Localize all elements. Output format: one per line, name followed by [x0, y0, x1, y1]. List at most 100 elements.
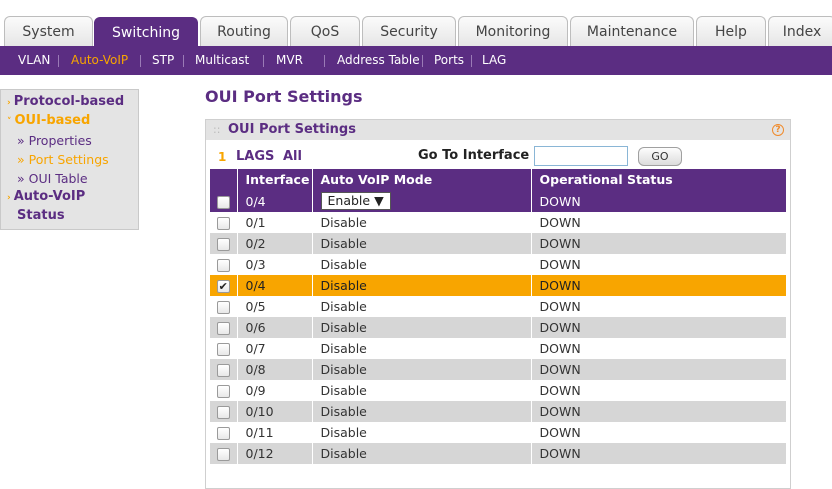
- row-checkbox[interactable]: [216, 343, 230, 356]
- row-checkbox-cell: [210, 401, 238, 422]
- tab-system[interactable]: System: [4, 16, 93, 46]
- tab-switching[interactable]: Switching: [94, 17, 198, 46]
- auto-voip-mode-cell: Disable: [312, 233, 532, 254]
- operational-status-cell: DOWN: [531, 254, 787, 275]
- row-checkbox[interactable]: [216, 364, 230, 377]
- goto-interface-input[interactable]: [534, 146, 628, 166]
- row-checkbox[interactable]: [216, 259, 230, 272]
- subnav-separator: [422, 55, 423, 67]
- table-row[interactable]: 0/5 Disable DOWN: [210, 296, 787, 317]
- table-row[interactable]: 0/9 Disable DOWN: [210, 380, 787, 401]
- operational-status-header[interactable]: Operational Status: [531, 169, 787, 190]
- row-checkbox[interactable]: [216, 217, 230, 230]
- auto-voip-mode-cell: Disable: [312, 380, 532, 401]
- table-row[interactable]: 0/12 Disable DOWN: [210, 443, 787, 464]
- operational-status-cell: DOWN: [531, 422, 787, 443]
- table-row[interactable]: 0/10 Disable DOWN: [210, 401, 787, 422]
- nav-auto-voip-status-line2[interactable]: Status: [17, 208, 65, 223]
- drag-handle-icon: ::: [213, 123, 221, 136]
- subnav-separator: [58, 55, 59, 67]
- row-checkbox[interactable]: ✔: [216, 280, 230, 293]
- edit-row-mode-cell: Enable ▼: [312, 190, 532, 212]
- operational-status-cell: DOWN: [531, 317, 787, 338]
- tab-maintenance[interactable]: Maintenance: [570, 16, 694, 46]
- subnav-auto-voip[interactable]: Auto-VoIP: [71, 46, 128, 75]
- row-checkbox-cell: ✔: [210, 275, 238, 296]
- row-checkbox-cell: [210, 338, 238, 359]
- table-row[interactable]: ✔ 0/4 Disable DOWN: [210, 275, 787, 296]
- row-checkbox[interactable]: [216, 406, 230, 419]
- goto-interface-label: Go To Interface: [418, 148, 530, 163]
- subnav-stp[interactable]: STP: [152, 46, 174, 75]
- tab-routing[interactable]: Routing: [200, 16, 288, 46]
- interface-cell: 0/10: [237, 401, 313, 422]
- operational-status-cell: DOWN: [531, 296, 787, 317]
- select-all-header: [210, 169, 238, 190]
- operational-status-cell: DOWN: [531, 401, 787, 422]
- table-row[interactable]: 0/8 Disable DOWN: [210, 359, 787, 380]
- auto-voip-mode-cell: Disable: [312, 212, 532, 233]
- row-checkbox-cell: [210, 359, 238, 380]
- row-checkbox[interactable]: [216, 301, 230, 314]
- interface-cell: 0/5: [237, 296, 313, 317]
- interface-cell: 0/12: [237, 443, 313, 464]
- subnav-separator: [471, 55, 472, 67]
- interface-cell: 0/6: [237, 317, 313, 338]
- lags-link[interactable]: LAGS: [236, 149, 274, 164]
- operational-status-cell: DOWN: [531, 443, 787, 464]
- go-button[interactable]: GO: [638, 147, 682, 166]
- panel-title: OUI Port Settings: [228, 122, 356, 137]
- nav-auto-voip-status[interactable]: › Auto-VoIP: [7, 189, 85, 204]
- left-nav: › Protocol-based ˅ OUI-based » Properties …: [0, 89, 139, 230]
- interface-cell: 0/2: [237, 233, 313, 254]
- edit-row-checkbox[interactable]: [216, 195, 230, 209]
- auto-voip-mode-header[interactable]: Auto VoIP Mode: [312, 169, 532, 190]
- operational-status-cell: DOWN: [531, 275, 787, 296]
- tab-help[interactable]: Help: [696, 16, 766, 46]
- operational-status-cell: DOWN: [531, 233, 787, 254]
- table-row[interactable]: 0/2 Disable DOWN: [210, 233, 787, 254]
- help-icon[interactable]: ?: [772, 124, 784, 136]
- subnav-multicast[interactable]: Multicast: [195, 46, 249, 75]
- top-tab-bar: System Switching Routing QoS Security Mo…: [0, 0, 832, 46]
- subnav-separator: [263, 55, 264, 67]
- subnav-address-table[interactable]: Address Table: [337, 46, 420, 75]
- page-number[interactable]: 1: [218, 150, 226, 164]
- nav-oui-table[interactable]: » OUI Table: [17, 171, 88, 186]
- nav-oui-based-label: OUI-based: [14, 113, 91, 128]
- table-row[interactable]: 0/1 Disable DOWN: [210, 212, 787, 233]
- interface-header[interactable]: Interface: [237, 169, 313, 190]
- nav-oui-based[interactable]: ˅ OUI-based: [7, 113, 90, 128]
- auto-voip-mode-cell: Disable: [312, 401, 532, 422]
- tab-monitoring[interactable]: Monitoring: [458, 16, 568, 46]
- row-checkbox[interactable]: [216, 322, 230, 335]
- row-checkbox[interactable]: [216, 448, 230, 461]
- nav-properties[interactable]: » Properties: [17, 133, 92, 148]
- auto-voip-mode-cell: Disable: [312, 443, 532, 464]
- operational-status-cell: DOWN: [531, 359, 787, 380]
- nav-protocol-based[interactable]: › Protocol-based: [7, 94, 124, 109]
- nav-port-settings[interactable]: » Port Settings: [17, 152, 109, 167]
- table-row[interactable]: 0/3 Disable DOWN: [210, 254, 787, 275]
- subnav-ports[interactable]: Ports: [434, 46, 464, 75]
- edit-row-status: DOWN: [531, 190, 787, 212]
- auto-voip-mode-select[interactable]: Enable ▼: [320, 192, 391, 210]
- subnav-vlan[interactable]: VLAN: [18, 46, 50, 75]
- row-checkbox[interactable]: [216, 238, 230, 251]
- table-row[interactable]: 0/6 Disable DOWN: [210, 317, 787, 338]
- row-checkbox-cell: [210, 317, 238, 338]
- filter-row: 1 LAGS All Go To Interface GO: [206, 142, 790, 170]
- row-checkbox[interactable]: [216, 427, 230, 440]
- nav-protocol-based-label: Protocol-based: [13, 94, 125, 109]
- tab-qos[interactable]: QoS: [290, 16, 360, 46]
- tab-security[interactable]: Security: [362, 16, 456, 46]
- row-checkbox-cell: [210, 233, 238, 254]
- row-checkbox[interactable]: [216, 385, 230, 398]
- table-row[interactable]: 0/11 Disable DOWN: [210, 422, 787, 443]
- tab-index[interactable]: Index: [768, 16, 832, 46]
- subnav-lag[interactable]: LAG: [482, 46, 506, 75]
- row-checkbox-cell: [210, 296, 238, 317]
- table-row[interactable]: 0/7 Disable DOWN: [210, 338, 787, 359]
- subnav-mvr[interactable]: MVR: [276, 46, 303, 75]
- all-link[interactable]: All: [283, 149, 302, 164]
